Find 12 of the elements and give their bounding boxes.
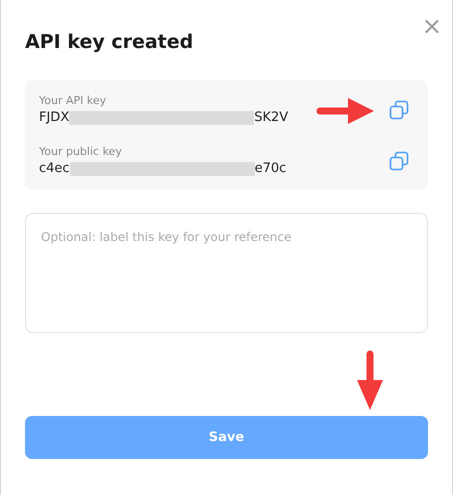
copy-icon[interactable] bbox=[389, 150, 409, 170]
save-button[interactable]: Save bbox=[25, 416, 428, 459]
key-value-start: c4ec bbox=[39, 161, 70, 176]
key-value-start: FJDX bbox=[39, 110, 70, 125]
copy-icon[interactable] bbox=[389, 100, 409, 120]
key-value-end: e70c bbox=[254, 161, 286, 176]
key-value-end: SK2V bbox=[254, 110, 288, 125]
key-label: Your public key bbox=[39, 145, 123, 158]
label-input-field[interactable]: Optional: label this key for your reference bbox=[25, 213, 428, 333]
close-button[interactable]: × bbox=[422, 14, 442, 38]
key-label: Your API key bbox=[39, 94, 108, 107]
dialog-title: API key created bbox=[25, 31, 194, 53]
